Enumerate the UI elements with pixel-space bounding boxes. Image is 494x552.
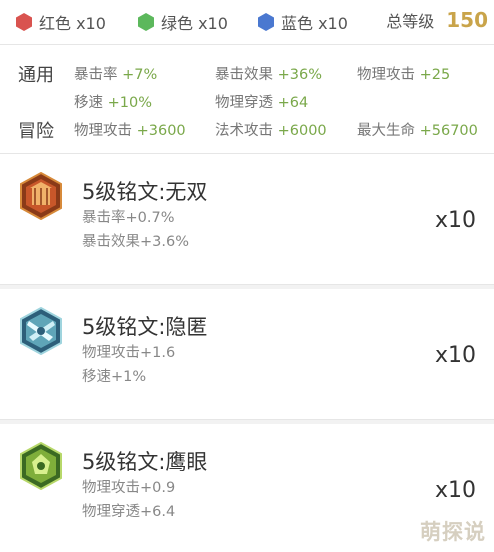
blue-rune-count-label: 蓝色 x10 [281, 14, 348, 33]
rune-color-summary-bar: 红色 x10 绿色 x10 蓝色 x10 总等级 150 [0, 0, 494, 45]
blue-hex-icon [258, 13, 274, 31]
green-rune-count: 绿色 x10 [138, 10, 228, 34]
total-level-label: 总等级 [386, 12, 435, 31]
rune-stat: 暴击效果+3.6% [82, 234, 189, 250]
general-stat-physical-attack: 物理攻击 +25 [357, 67, 451, 83]
rune-count: x10 [434, 478, 476, 503]
rune-stat: 物理穿透+6.4 [82, 504, 176, 520]
adventure-stat-magic-attack: 法术攻击 +6000 [215, 123, 327, 139]
rune-stat: 暴击率+0.7% [82, 210, 175, 226]
adventure-section-label: 冒险 [18, 121, 54, 142]
general-stat-crit-rate: 暴击率 +7% [74, 67, 158, 83]
general-stat-move-speed: 移速 +10% [74, 95, 152, 111]
red-rune-emblem-icon [20, 172, 62, 220]
rune-title: 5级铭文:隐匿 [82, 315, 208, 339]
attribute-summary: 通用 冒险 暴击率 +7% 暴击效果 +36% 物理攻击 +25 移速 +10%… [0, 45, 494, 154]
total-level: 总等级 150 [386, 8, 488, 32]
blue-rune-emblem-icon [20, 307, 62, 355]
rune-card-yinni[interactable]: 5级铭文:隐匿 物理攻击+1.6 移速+1% x10 [0, 289, 494, 420]
rune-stat: 物理攻击+0.9 [82, 480, 176, 496]
rune-count: x10 [434, 208, 476, 233]
adventure-stat-physical-attack: 物理攻击 +3600 [74, 123, 186, 139]
red-rune-count-label: 红色 x10 [39, 14, 106, 33]
rune-stat: 移速+1% [82, 369, 147, 385]
red-rune-count: 红色 x10 [16, 10, 106, 34]
rune-card-wushuang[interactable]: 5级铭文:无双 暴击率+0.7% 暴击效果+3.6% x10 [0, 154, 494, 285]
green-rune-count-label: 绿色 x10 [161, 14, 228, 33]
watermark: 萌探说 [420, 520, 486, 544]
red-hex-icon [16, 13, 32, 31]
rune-count: x10 [434, 343, 476, 368]
rune-stat: 物理攻击+1.6 [82, 345, 176, 361]
blue-rune-count: 蓝色 x10 [258, 10, 348, 34]
rune-title: 5级铭文:鹰眼 [82, 450, 208, 474]
green-rune-emblem-icon [20, 442, 62, 490]
general-section-label: 通用 [18, 65, 54, 86]
rune-title: 5级铭文:无双 [82, 180, 208, 204]
general-stat-physical-penetration: 物理穿透 +64 [215, 95, 309, 111]
general-stat-crit-effect: 暴击效果 +36% [215, 67, 322, 83]
green-hex-icon [138, 13, 154, 31]
total-level-value: 150 [446, 8, 488, 32]
adventure-stat-max-hp: 最大生命 +56700 [357, 123, 478, 139]
